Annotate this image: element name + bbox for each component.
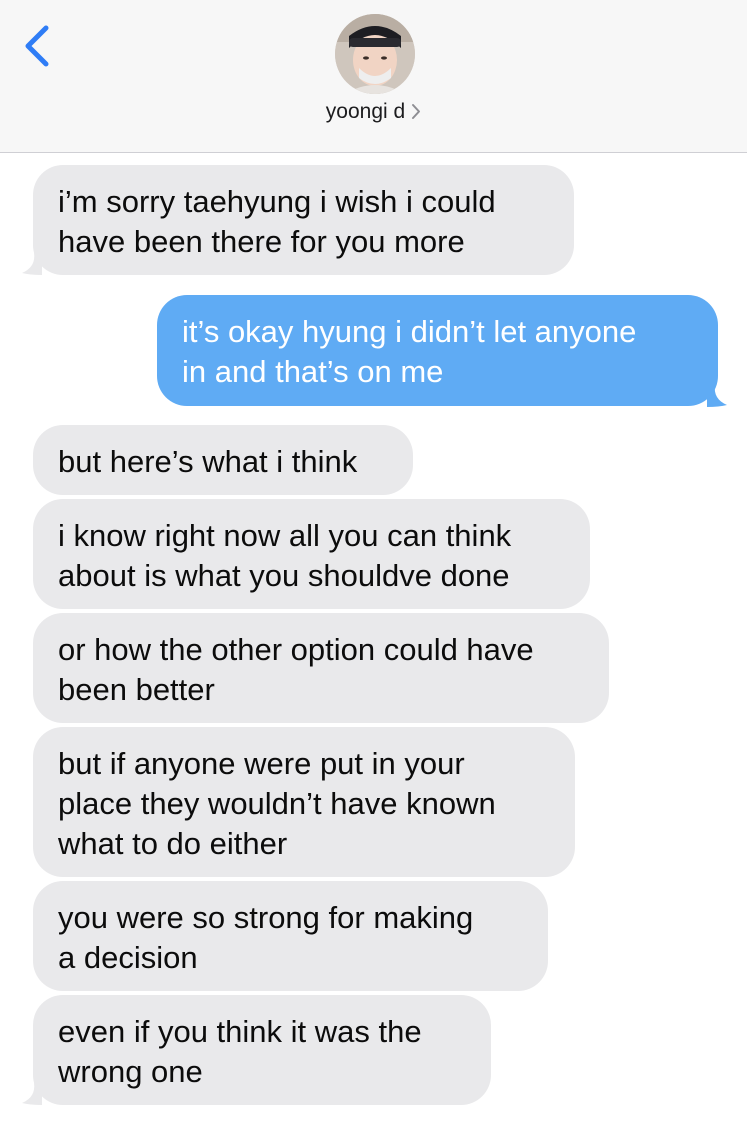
bubble-tail: [707, 385, 727, 407]
incoming-message[interactable]: i’m sorry taehyung i wish i could have b…: [33, 165, 574, 275]
bubble-tail: [22, 1083, 42, 1105]
contact-name: yoongi d: [325, 100, 406, 123]
contact-avatar[interactable]: [335, 14, 415, 94]
incoming-message[interactable]: you were so strong for making a decision: [33, 881, 548, 991]
outgoing-message[interactable]: it’s okay hyung i didn’t let anyone in a…: [157, 295, 718, 406]
contact-name-button[interactable]: yoongi d: [0, 100, 747, 126]
incoming-message[interactable]: but if anyone were put in your place the…: [33, 727, 575, 877]
chevron-left-icon: [25, 25, 49, 67]
conversation-header: yoongi d: [0, 0, 747, 153]
incoming-message[interactable]: or how the other option could have been …: [33, 613, 609, 723]
incoming-message[interactable]: but here’s what i think: [33, 425, 413, 495]
incoming-message[interactable]: i know right now all you can think about…: [33, 499, 590, 609]
avatar-photo-icon: [335, 14, 415, 94]
bubble-tail: [22, 253, 42, 275]
incoming-message[interactable]: even if you think it was the wrong one: [33, 995, 491, 1105]
chevron-right-icon: [411, 102, 421, 126]
back-button[interactable]: [18, 22, 58, 70]
